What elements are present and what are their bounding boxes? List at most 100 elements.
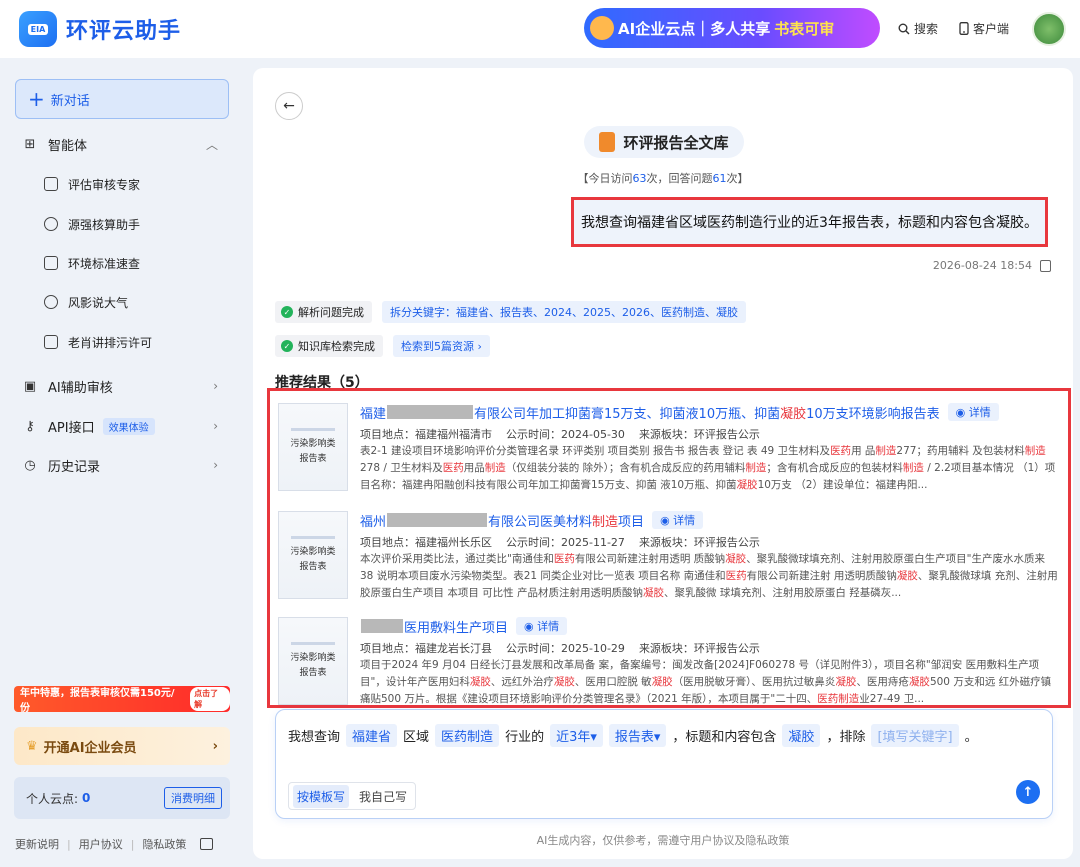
logo-text: EIA xyxy=(27,23,49,35)
new-chat-label: 新对话 xyxy=(50,93,90,109)
send-button[interactable]: ↑ xyxy=(1016,780,1040,804)
agent-label: 评估审核专家 xyxy=(68,177,141,192)
points-label: 个人云点: xyxy=(26,791,79,806)
result-title[interactable]: 福建 有限公司年加工抑菌膏15万支、抑菌液10万瓶、抑菌 凝胶 10万支环境影响报告表… xyxy=(360,401,1060,423)
results-list: 污染影响类 报告表 福建 有限公司年加工抑菌膏15万支、抑菌液10万瓶、抑菌 凝胶 10… xyxy=(267,388,1071,708)
nav-history-label: 历史记录 xyxy=(48,459,101,475)
agent-item-air[interactable]: 风影说大气 xyxy=(44,291,224,313)
period-select[interactable]: 近3年▾ xyxy=(550,724,603,747)
result-title[interactable]: 福州 有限公司医美材料 制造 项目 ◉ 详情 xyxy=(360,509,1060,531)
vip-label: 开通AI企业会员 xyxy=(43,740,137,756)
step-parse: ✓ 解析问题完成 拆分关键字：福建省、报告表、2024、2025、2026、医药制… xyxy=(275,301,746,323)
exclude-keyword-input[interactable]: [填写关键字] xyxy=(871,724,959,747)
result-item[interactable]: 污染影响类 报告表 医用敷料生产项目 ◉ 详情 项目地点：福建龙岩长汀县 公示时间：… xyxy=(276,613,1066,713)
query-composer: 我想查询 福建省 区域 医药制造 行业的 近3年▾ 报告表▾ ，标题和内容包含 … xyxy=(275,709,1053,819)
nav-agents[interactable]: ⊞ 智能体 ︿ xyxy=(22,132,222,156)
eye-icon: ◉ xyxy=(524,620,538,633)
points-detail-button[interactable]: 消费明细 xyxy=(164,787,222,809)
user-message: 我想查询福建省区域医药制造行业的近3年报告表，标题和内容包含凝胶。 xyxy=(571,197,1048,247)
tab-free-write[interactable]: 我自己写 xyxy=(355,785,411,808)
nav-ai-review-label: AI辅助审核 xyxy=(48,380,113,396)
footer-link-changelog[interactable]: 更新说明 xyxy=(15,836,59,852)
industry-slot[interactable]: 医药制造 xyxy=(435,724,500,747)
gb-icon xyxy=(44,256,58,270)
detail-button[interactable]: ◉ 详情 xyxy=(947,403,999,421)
clock-icon: ◷ xyxy=(24,457,36,473)
disclaimer: AI生成内容，仅供参考，需遵守用户协议及隐私政策 xyxy=(536,834,790,847)
user-avatar[interactable] xyxy=(1032,12,1066,46)
chevron-right-icon: › xyxy=(213,458,218,472)
copy-icon[interactable] xyxy=(1040,259,1051,272)
result-item[interactable]: 污染影响类 报告表 福建 有限公司年加工抑菌膏15万支、抑菌液10万瓶、抑菌 凝胶 10… xyxy=(276,399,1066,499)
promo-strip[interactable]: 年中特惠，报告表审核仅需150元/份 点击了解 xyxy=(14,686,230,714)
visit-stats: 【今日访问63次，回答问题61次】 xyxy=(577,172,749,185)
nav-api[interactable]: ⚷ API接口 效果体验 › xyxy=(22,414,222,438)
footer-link-privacy[interactable]: 隐私政策 xyxy=(142,836,186,852)
keyword-slot[interactable]: 凝胶 xyxy=(782,724,821,747)
nav-api-label: API接口 xyxy=(48,420,95,436)
nav-ai-review[interactable]: ▣ AI辅助审核 › xyxy=(22,374,222,398)
key-icon: ⚷ xyxy=(25,418,35,434)
result-snippet: 本次评价采用类比法，通过类比"南通佳和医药有限公司新建注射用透明 质酸钠凝胶、聚… xyxy=(360,553,1058,599)
answer-count: 61 xyxy=(712,172,727,185)
app-logo[interactable]: EIA xyxy=(19,11,57,47)
search-icon xyxy=(898,23,910,34)
library-title: 环评报告全文库 xyxy=(584,126,744,158)
main-panel: ← 环评报告全文库 【今日访问63次，回答问题61次】 我想查询福建省区域医药制… xyxy=(253,68,1073,859)
agent-label: 风影说大气 xyxy=(68,295,129,310)
mode-tabs: 按模板写 我自己写 xyxy=(288,782,417,810)
template-query: 我想查询 福建省 区域 医药制造 行业的 近3年▾ 报告表▾ ，标题和内容包含 … xyxy=(288,724,978,747)
agent-label: 源强核算助手 xyxy=(68,217,141,232)
cube-icon xyxy=(44,217,58,231)
new-chat-button[interactable]: + 新对话 xyxy=(15,79,229,119)
api-badge: 效果体验 xyxy=(102,417,155,435)
promo-banner[interactable]: AI企业云点｜多人共享 书表可审 xyxy=(584,8,880,48)
agent-item-standard-lookup[interactable]: 环境标准速查 xyxy=(44,252,224,274)
step-parse-keywords: 拆分关键字：福建省、报告表、2024、2025、2026、医药制造、凝胶 xyxy=(382,301,746,323)
phone-icon xyxy=(959,22,969,35)
nav-agents-label: 智能体 xyxy=(48,138,88,154)
result-item[interactable]: 污染影响类 报告表 福州 有限公司医美材料 制造 项目 ◉ 详情 项目地点：福建福州长乐… xyxy=(276,507,1066,607)
client-link[interactable]: 客户端 xyxy=(959,20,1009,37)
collapse-sidebar-icon[interactable] xyxy=(200,838,214,850)
promo-text: 年中特惠，报告表审核仅需150元/份 xyxy=(20,688,175,714)
top-bar: EIA 环评云助手 AI企业云点｜多人共享 书表可审 搜索 客户端 xyxy=(0,0,1080,58)
agent-item-permit[interactable]: 老肖讲排污许可 xyxy=(44,331,224,353)
visit-count: 63 xyxy=(632,172,647,185)
step-search-link[interactable]: 检索到5篇资源 › xyxy=(393,335,490,357)
review-icon xyxy=(44,177,58,191)
region-slot[interactable]: 福建省 xyxy=(346,724,398,747)
result-thumbnail[interactable]: 污染影响类 报告表 xyxy=(278,403,348,491)
arrow-up-icon: ↑ xyxy=(1022,784,1034,800)
search-link[interactable]: 搜索 xyxy=(898,20,938,37)
vip-button[interactable]: ♛ 开通AI企业会员 › xyxy=(14,727,230,765)
result-thumbnail[interactable]: 污染影响类 报告表 xyxy=(278,511,348,599)
result-thumbnail[interactable]: 污染影响类 报告表 xyxy=(278,617,348,705)
check-icon: ✓ xyxy=(281,306,293,318)
redacted-block xyxy=(387,513,488,527)
agent-item-source-calc[interactable]: 源强核算助手 xyxy=(44,213,224,235)
footer-link-terms[interactable]: 用户协议 xyxy=(79,836,123,852)
chevron-up-icon: ︿ xyxy=(205,137,218,152)
detail-button[interactable]: ◉ 详情 xyxy=(652,511,704,529)
footer-links: 更新说明 | 用户协议 | 隐私政策 xyxy=(15,836,214,852)
search-label: 搜索 xyxy=(914,22,939,36)
arrow-left-icon: ← xyxy=(283,98,295,114)
message-meta: 2026-08-24 18:54 xyxy=(933,259,1051,272)
sidebar: + 新对话 ⊞ 智能体 ︿ 评估审核专家 源强核算助手 环境标准速查 风影说大气… xyxy=(0,58,242,867)
points-panel: 个人云点: 0 消费明细 xyxy=(14,777,230,819)
back-button[interactable]: ← xyxy=(275,92,303,120)
result-title[interactable]: 医用敷料生产项目 ◉ 详情 xyxy=(360,615,1060,637)
result-meta: 项目地点：福建福州长乐区 公示时间：2025-11-27 来源板块：环评报告公示 xyxy=(360,536,760,549)
agent-label: 老肖讲排污许可 xyxy=(68,335,153,350)
result-meta: 项目地点：福建福州福清市 公示时间：2024-05-30 来源板块：环评报告公示 xyxy=(360,428,760,441)
report-type-select[interactable]: 报告表▾ xyxy=(608,724,667,747)
promo-button[interactable]: 点击了解 xyxy=(190,687,230,711)
tab-template[interactable]: 按模板写 xyxy=(293,784,350,808)
crown-icon: ♛ xyxy=(26,738,38,754)
nav-history[interactable]: ◷ 历史记录 › xyxy=(22,453,222,477)
eye-icon: ◉ xyxy=(955,406,969,419)
agent-item-review-expert[interactable]: 评估审核专家 xyxy=(44,173,224,195)
brand-name[interactable]: 环评云助手 xyxy=(66,13,181,45)
detail-button[interactable]: ◉ 详情 xyxy=(516,617,568,635)
